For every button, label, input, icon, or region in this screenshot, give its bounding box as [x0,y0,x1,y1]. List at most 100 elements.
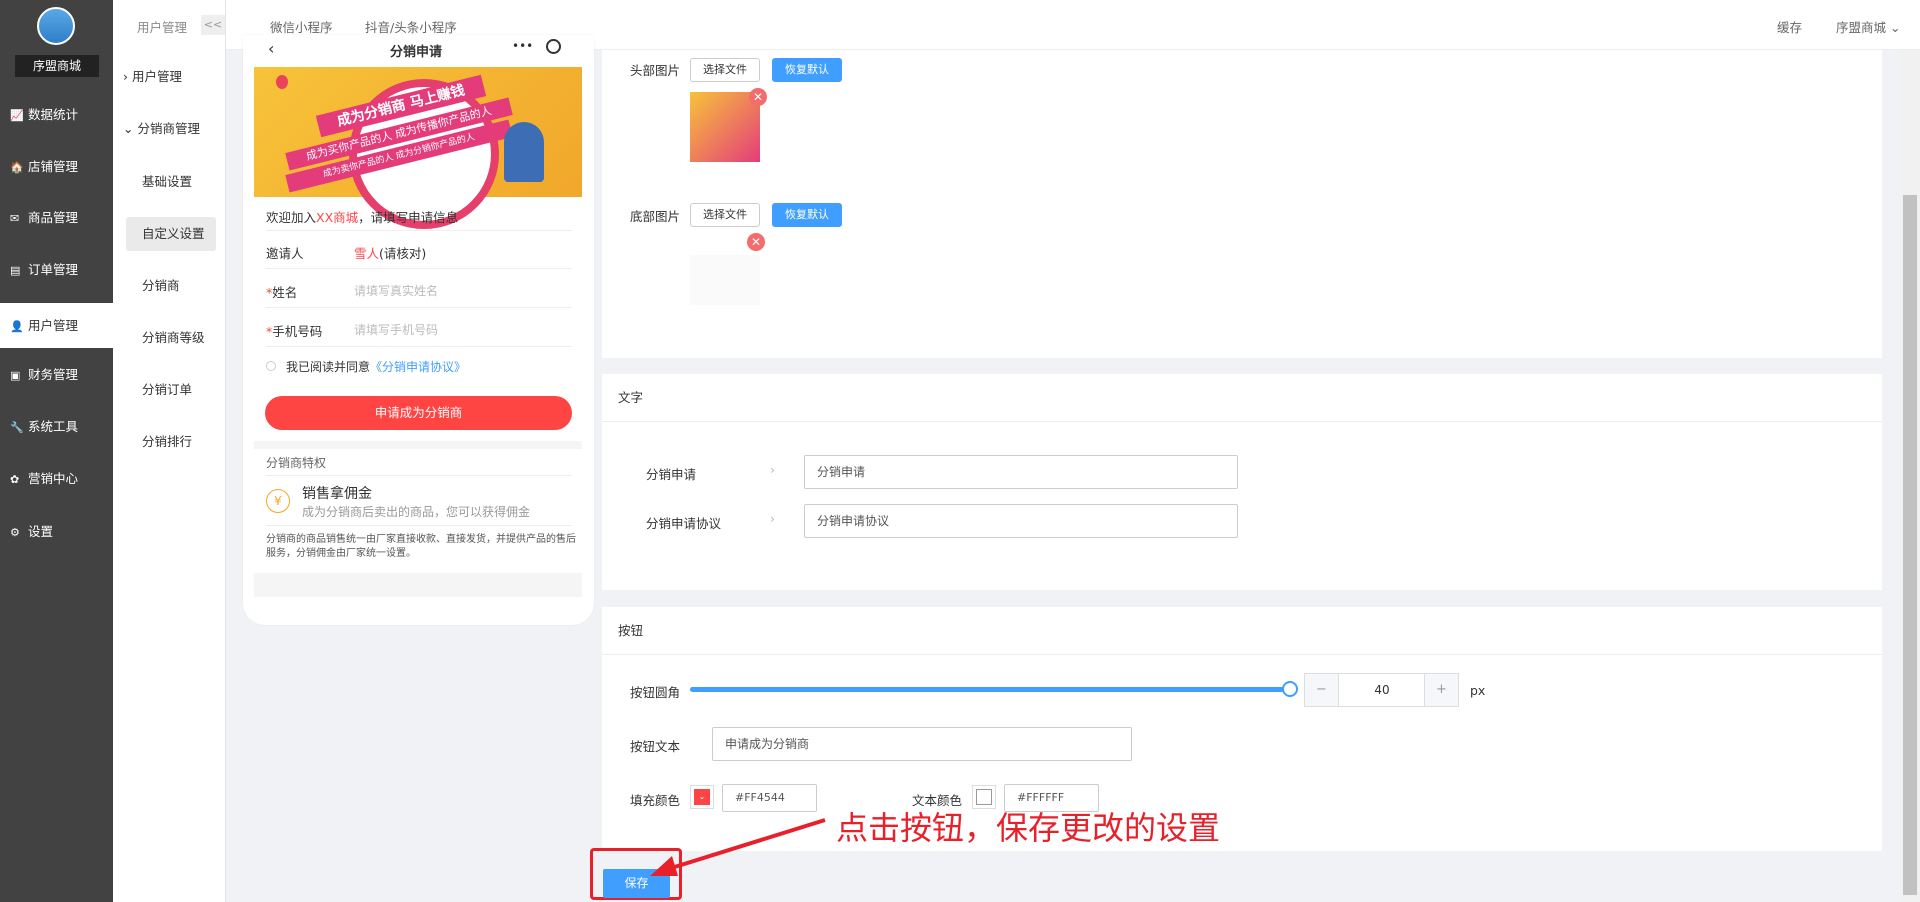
menu-label: 设置 [27,524,53,539]
chevron-right-icon: › [123,69,128,84]
divider [266,268,572,269]
agree-checkbox[interactable] [266,361,276,371]
phone-input[interactable]: 请填写手机号码 [354,321,438,338]
button-text-label: 按钮文本 [630,739,681,754]
cartoon-man-icon [504,122,544,182]
chevron-right-icon: › [770,462,775,477]
cache-link[interactable]: 缓存 [1777,17,1802,36]
submenu-group-label: 用户管理 [131,69,182,84]
chevron-down-icon: ⌄ [123,121,134,136]
divider [266,525,572,526]
welcome-text: 欢迎加入XX商城，请填写申请信息 [266,207,458,226]
inviter-label: 邀请人 [266,246,304,261]
annotation-arrow-icon [650,818,826,876]
list-icon: ▤ [10,264,21,277]
shop-switcher[interactable]: 序盟商城 ⌄ [1836,17,1900,36]
foot-image-label: 底部图片 [630,209,681,224]
phone-title: 分销申请 [390,45,443,60]
menu-item-shop[interactable]: 🏠 店铺管理 [0,147,113,187]
divider [266,346,572,347]
divider [266,230,572,231]
agree-text: 我已阅读并同意《分销申请协议》 [286,358,466,375]
text-section-title: 文字 [602,374,1882,422]
head-image-label: 头部图片 [630,63,681,78]
divider [266,475,572,476]
scrollbar-thumb[interactable] [1903,195,1917,895]
menu-item-tools[interactable]: 🔧 系统工具 [0,407,113,447]
radius-value[interactable]: 40 [1339,674,1425,706]
submenu-item-orders[interactable]: 分销订单 [142,374,252,406]
submenu-item-ranking[interactable]: 分销排行 [142,426,252,458]
plus-button[interactable]: + [1424,674,1458,706]
foot-choose-file-button[interactable]: 选择文件 [690,203,760,227]
envelope-icon: ✉ [10,212,20,225]
agreement-title-input[interactable]: 分销申请协议 [804,504,1238,538]
menu-label: 数据统计 [27,107,78,122]
privilege-name: 销售拿佣金 [302,486,372,502]
distributor-note: 分销商的商品销售统一由厂家直接收款、直接发货，并提供产品的售后服务，分销佣金由厂… [266,534,576,559]
radius-slider-fill [690,687,1290,692]
agreement-link[interactable]: 《分销申请协议》 [370,360,466,374]
submenu-group-distributors[interactable]: ⌄ 分销商管理 [123,113,233,145]
tab-wechat-miniapp[interactable]: 微信小程序 [270,17,333,36]
welcome-shop: XX商城 [316,210,359,225]
name-input[interactable]: 请填写真实姓名 [354,282,438,299]
menu-label: 订单管理 [27,262,78,277]
menu-item-goods[interactable]: ✉ 商品管理 [0,198,113,238]
shop-logo [37,7,75,45]
submenu-item-level[interactable]: 分销商等级 [142,322,252,354]
unit-label: px [1470,683,1486,698]
sub-sidebar: 用户管理 << › 用户管理 ⌄ 分销商管理 基础设置 自定义设置 分销商 分销… [113,0,226,902]
fill-color-picker[interactable]: ⌄ [690,785,714,809]
fill-color-label: 填充颜色 [630,793,681,808]
head-remove-icon[interactable]: ✕ [749,88,767,106]
house-icon: 🏠 [10,161,24,174]
radius-slider-handle[interactable] [1282,681,1298,697]
collapse-button[interactable]: << [201,15,225,35]
foot-remove-icon[interactable]: ✕ [747,233,765,251]
main-sidebar: 序盟商城 📈 数据统计 🏠 店铺管理 ✉ 商品管理 ▤ 订单管理 👤 用户管理 … [0,0,113,902]
submenu-item-distributor[interactable]: 分销商 [142,270,252,302]
welcome-post: ，请填写申请信息 [358,210,459,225]
fill-color-input[interactable]: #FF4544 [722,784,817,812]
menu-item-marketing[interactable]: ✿ 营销中心 [0,459,113,499]
head-reset-button[interactable]: 恢复默认 [772,58,842,82]
submenu-item-basic[interactable]: 基础设置 [142,166,252,198]
back-icon: ‹ [268,39,275,58]
submenu-item-custom[interactable]: 自定义设置 [142,218,252,250]
tab-douyin-miniapp[interactable]: 抖音/头条小程序 [365,17,457,36]
divider [266,307,572,308]
head-image-thumb [690,92,760,162]
menu-label: 系统工具 [27,419,78,434]
menu-item-orders[interactable]: ▤ 订单管理 [0,250,113,290]
submenu-group-users[interactable]: › 用户管理 [123,61,233,93]
phone-bottom [254,573,582,597]
more-icon: ••• [512,39,534,53]
annotation-text: 点击按钮，保存更改的设置 [836,809,1221,847]
chevron-right-icon: › [770,511,775,526]
phone-label: *手机号码 [266,321,322,340]
name-label-text: 姓名 [272,285,298,300]
image-settings-card: 头部图片 选择文件 恢复默认 ✕ 底部图片 选择文件 恢复默认 ✕ [602,50,1882,358]
head-choose-file-button[interactable]: 选择文件 [690,58,760,82]
minus-button[interactable]: − [1305,674,1339,706]
user-icon: 👤 [10,320,24,333]
foot-reset-button[interactable]: 恢复默认 [772,203,842,227]
balloon-icon [276,75,288,89]
menu-label: 用户管理 [27,318,78,333]
menu-label: 店铺管理 [27,159,78,174]
gear-icon: ⚙ [10,526,20,539]
menu-item-users[interactable]: 👤 用户管理 [0,303,113,348]
chart-icon: 📈 [10,109,24,122]
apply-title-input[interactable]: 分销申请 [804,455,1238,489]
menu-item-settings[interactable]: ⚙ 设置 [0,512,113,552]
menu-item-finance[interactable]: ▣ 财务管理 [0,355,113,395]
menu-label: 商品管理 [27,210,78,225]
flower-icon: ✿ [10,473,20,486]
menu-item-data-stats[interactable]: 📈 数据统计 [0,95,113,135]
privilege-title: 分销商特权 [266,456,327,470]
wrench-icon: 🔧 [10,421,24,434]
apply-button[interactable]: 申请成为分销商 [265,396,572,430]
button-text-input[interactable]: 申请成为分销商 [712,727,1132,761]
radius-stepper[interactable]: − 40 + [1304,673,1459,707]
